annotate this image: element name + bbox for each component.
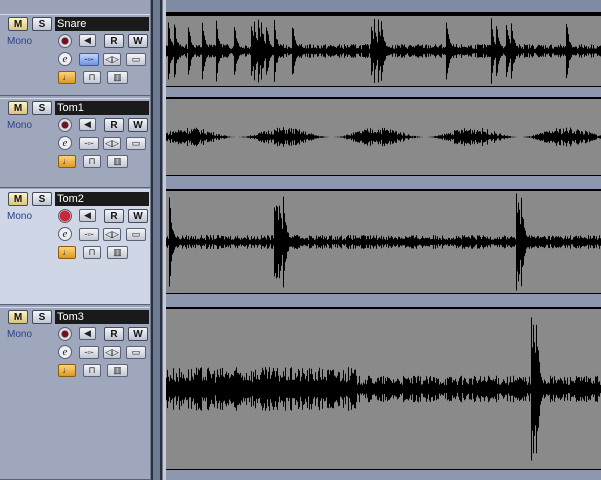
track-header[interactable]: M S Tom2 Mono ◀ R W e -▫- ◁▷ ▭ ♩ ⊓ ▥ (0, 189, 150, 305)
write-automation-button[interactable]: W (128, 34, 148, 48)
mute-label: M (13, 312, 23, 323)
mute-button[interactable]: M (8, 192, 28, 206)
channel-mode: Mono (7, 36, 33, 47)
eq-icon[interactable]: ◁▷ (103, 53, 121, 66)
speaker-monitor-icon[interactable]: ◀ (79, 209, 96, 222)
record-enable-icon[interactable] (58, 118, 72, 132)
track-lane[interactable] (166, 307, 601, 480)
lock-icon[interactable]: ⊓ (83, 246, 101, 259)
audio-clip[interactable] (166, 97, 601, 176)
audio-clip[interactable] (166, 307, 601, 470)
mute-button[interactable]: M (8, 101, 28, 115)
folder-icon[interactable]: ▥ (107, 71, 128, 84)
mute-label: M (13, 19, 23, 30)
read-automation-button[interactable]: R (104, 327, 124, 341)
speaker-monitor-icon[interactable]: ◀ (79, 327, 96, 340)
track-lane[interactable] (166, 14, 601, 96)
mute-button[interactable]: M (8, 310, 28, 324)
audio-clip[interactable] (166, 14, 601, 87)
send-icon[interactable]: ▭ (126, 346, 146, 359)
note-lane-icon[interactable]: ♩ (58, 364, 76, 377)
send-icon[interactable]: ▭ (126, 228, 146, 241)
eq-icon[interactable]: ◁▷ (103, 137, 121, 150)
track-name[interactable]: Tom1 (55, 101, 149, 115)
solo-label: S (38, 194, 46, 205)
insert-fx-icon[interactable]: -▫- (79, 53, 99, 66)
speaker-monitor-icon[interactable]: ◀ (79, 118, 96, 131)
send-icon[interactable]: ▭ (126, 53, 146, 66)
write-label: W (133, 120, 143, 131)
mute-label: M (13, 103, 23, 114)
folder-icon[interactable]: ▥ (107, 246, 128, 259)
waveform (166, 193, 601, 291)
read-automation-button[interactable]: R (104, 209, 124, 223)
lock-icon[interactable]: ⊓ (83, 155, 101, 168)
channel-mode: Mono (7, 329, 33, 340)
write-label: W (133, 329, 143, 340)
track-lane[interactable] (166, 97, 601, 188)
track-name[interactable]: Snare (55, 17, 149, 31)
waveform (166, 18, 601, 84)
note-lane-icon[interactable]: ♩ (58, 246, 76, 259)
eq-icon[interactable]: ◁▷ (103, 346, 121, 359)
track-lane[interactable] (166, 189, 601, 305)
solo-label: S (38, 312, 46, 323)
speaker-monitor-icon[interactable]: ◀ (79, 34, 96, 47)
solo-label: S (38, 103, 46, 114)
solo-button[interactable]: S (32, 101, 52, 115)
lock-icon[interactable]: ⊓ (83, 364, 101, 377)
audio-clip[interactable] (166, 189, 601, 294)
channel-mode: Mono (7, 211, 33, 222)
track-list: M S Snare Mono ◀ R W e -▫- ◁▷ ▭ ♩ ⊓ ▥ M … (0, 0, 150, 480)
read-label: R (110, 120, 118, 131)
write-automation-button[interactable]: W (128, 118, 148, 132)
edit-channel-button[interactable]: e (58, 136, 72, 150)
read-label: R (110, 211, 118, 222)
waveform (166, 127, 601, 147)
read-automation-button[interactable]: R (104, 34, 124, 48)
read-label: R (110, 36, 118, 47)
solo-label: S (38, 19, 46, 30)
lock-icon[interactable]: ⊓ (83, 71, 101, 84)
insert-fx-icon[interactable]: -▫- (79, 346, 99, 359)
write-automation-button[interactable]: W (128, 327, 148, 341)
eq-icon[interactable]: ◁▷ (103, 228, 121, 241)
record-enable-icon[interactable] (58, 34, 72, 48)
write-label: W (133, 211, 143, 222)
mute-button[interactable]: M (8, 17, 28, 31)
solo-button[interactable]: S (32, 192, 52, 206)
track-header[interactable]: M S Tom3 Mono ◀ R W e -▫- ◁▷ ▭ ♩ ⊓ ▥ (0, 307, 150, 480)
edit-channel-button[interactable]: e (58, 345, 72, 359)
write-label: W (133, 36, 143, 47)
edit-channel-button[interactable]: e (58, 227, 72, 241)
note-lane-icon[interactable]: ♩ (58, 155, 76, 168)
read-label: R (110, 329, 118, 340)
insert-fx-icon[interactable]: -▫- (79, 137, 99, 150)
track-header[interactable]: M S Snare Mono ◀ R W e -▫- ◁▷ ▭ ♩ ⊓ ▥ (0, 14, 150, 96)
send-icon[interactable]: ▭ (126, 137, 146, 150)
track-name[interactable]: Tom3 (55, 310, 149, 324)
folder-icon[interactable]: ▥ (107, 155, 128, 168)
note-lane-icon[interactable]: ♩ (58, 71, 76, 84)
solo-button[interactable]: S (32, 17, 52, 31)
folder-icon[interactable]: ▥ (107, 364, 128, 377)
arrange-window (166, 0, 601, 480)
track-name[interactable]: Tom2 (55, 192, 149, 206)
record-enable-icon[interactable] (58, 327, 72, 341)
channel-mode: Mono (7, 120, 33, 131)
read-automation-button[interactable]: R (104, 118, 124, 132)
track-header[interactable]: M S Tom1 Mono ◀ R W e -▫- ◁▷ ▭ ♩ ⊓ ▥ (0, 98, 150, 188)
write-automation-button[interactable]: W (128, 209, 148, 223)
edit-channel-button[interactable]: e (58, 52, 72, 66)
splitter[interactable] (150, 0, 166, 480)
insert-fx-icon[interactable]: -▫- (79, 228, 99, 241)
lane-strip (166, 0, 601, 14)
mute-label: M (13, 194, 23, 205)
waveform (166, 317, 601, 461)
record-enable-icon[interactable] (58, 209, 72, 223)
solo-button[interactable]: S (32, 310, 52, 324)
